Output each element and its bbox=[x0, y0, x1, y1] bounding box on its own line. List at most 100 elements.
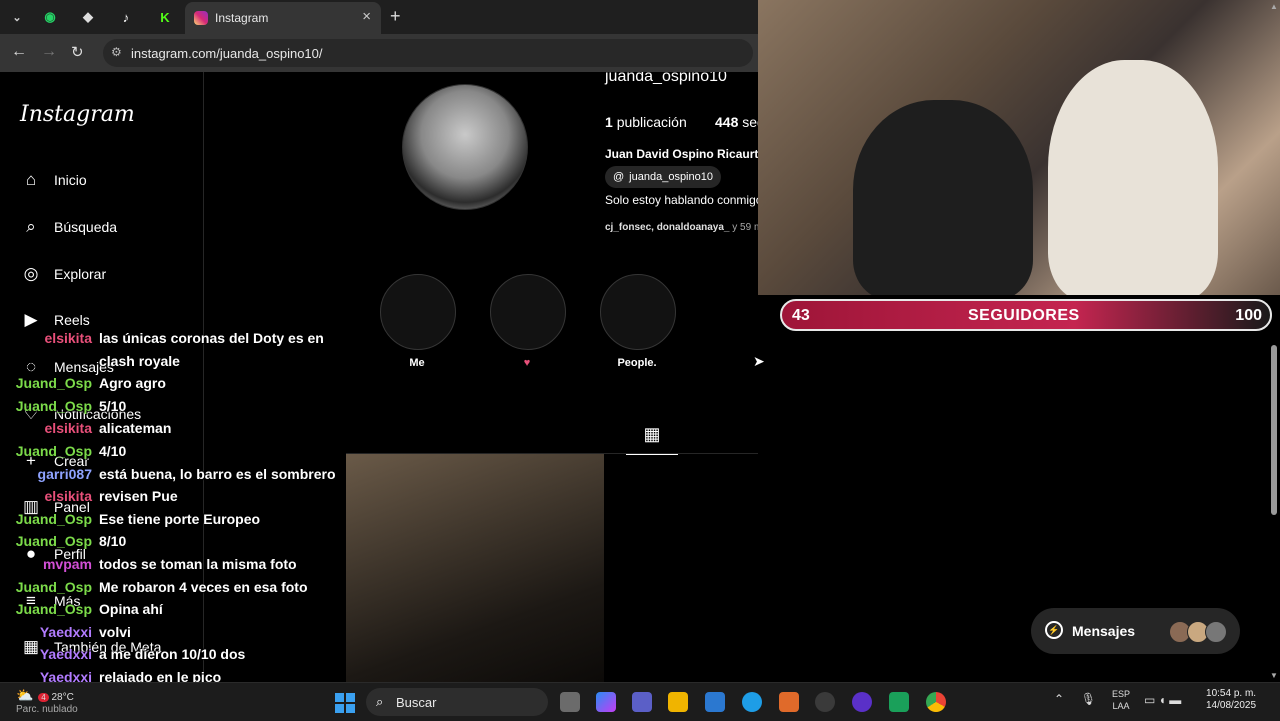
nav-mensajes[interactable]: ◌ Mensajes bbox=[20, 356, 114, 378]
profile-bio: Solo estoy hablando conmigo bbox=[605, 193, 758, 207]
chrome-icon[interactable] bbox=[926, 692, 946, 712]
weather-badge: 4 bbox=[38, 693, 49, 702]
highlight-people[interactable] bbox=[600, 274, 676, 350]
tab-search-chevron-icon[interactable]: ⌄ bbox=[6, 7, 28, 27]
grid-icon: ▦ bbox=[643, 424, 661, 444]
followers-label: seg bbox=[742, 114, 758, 130]
weather-widget[interactable]: ⛅ 4 28°C Parc. nublado bbox=[16, 687, 78, 715]
clock-time: 10:54 p. m. bbox=[1206, 688, 1257, 699]
app-icon[interactable] bbox=[852, 692, 872, 712]
menu-icon: ≡ bbox=[26, 591, 36, 610]
nav-label: Más bbox=[54, 593, 81, 609]
nav-label: También de Meta bbox=[54, 639, 162, 655]
scrollbar-thumb[interactable] bbox=[1271, 345, 1277, 515]
profile-main: juanda_ospino10 1 publicación 448 seg Ju… bbox=[204, 72, 758, 682]
messenger-icon: ◌ bbox=[25, 357, 37, 376]
tiktok-tab-icon[interactable]: ♪ bbox=[115, 7, 137, 27]
network-volume-battery-icons[interactable]: ▭ ◖ ▬ bbox=[1144, 693, 1181, 707]
instagram-page: Instagram ⌂ Inicio ⌕ Búsqueda ◎ Explorar ▶ R… bbox=[0, 72, 758, 682]
nav-explorar[interactable]: ◎ Explorar bbox=[20, 263, 107, 285]
posts-count: 1 publicación bbox=[605, 114, 687, 130]
search-icon: ⌕ bbox=[26, 217, 36, 236]
file-explorer-icon[interactable] bbox=[668, 692, 688, 712]
copilot-icon[interactable] bbox=[596, 692, 616, 712]
page-scrollbar[interactable]: ▲ ▼ bbox=[1268, 0, 1280, 682]
address-bar-row: ← → ↻ ⚙ instagram.com/juanda_ospino10/ bbox=[0, 34, 758, 72]
store-icon[interactable] bbox=[705, 692, 725, 712]
start-button[interactable] bbox=[335, 693, 355, 713]
nav-mas[interactable]: ≡ Más bbox=[20, 590, 80, 612]
edge-icon[interactable] bbox=[742, 692, 762, 712]
nav-notificaciones[interactable]: ♡ Notificaciones bbox=[20, 403, 141, 425]
clock[interactable]: 10:54 p. m. 14/08/2025 bbox=[1206, 688, 1256, 712]
kick-tab-icon[interactable]: K bbox=[154, 7, 176, 27]
messages-label: Mensajes bbox=[1072, 623, 1136, 639]
followers-number: 448 bbox=[715, 114, 739, 130]
chevron-up-icon[interactable]: ⌃ bbox=[1054, 692, 1064, 706]
plus-icon: + bbox=[26, 451, 36, 470]
lang-top: ESP bbox=[1112, 689, 1131, 699]
nav-label: Notificaciones bbox=[54, 406, 142, 422]
sidebar: Instagram ⌂ Inicio ⌕ Búsqueda ◎ Explorar ▶ R… bbox=[0, 72, 204, 682]
goal-current: 43 bbox=[792, 307, 810, 324]
forward-arrow-icon[interactable]: → bbox=[41, 43, 57, 61]
nav-label: Crear bbox=[54, 453, 90, 469]
messages-floating-button[interactable]: ⚡ Mensajes bbox=[1031, 608, 1240, 654]
weather-temp: 28°C bbox=[51, 692, 74, 703]
instagram-logo[interactable]: Instagram bbox=[20, 102, 135, 127]
post-thumbnail[interactable] bbox=[346, 454, 604, 682]
url-text: instagram.com/juanda_ospino10/ bbox=[131, 46, 323, 61]
pinned-tab-icon[interactable]: ◆ bbox=[77, 7, 99, 27]
threads-handle: juanda_ospino10 bbox=[629, 171, 713, 183]
instagram-favicon-icon bbox=[194, 11, 208, 25]
goal-target: 100 bbox=[1235, 307, 1262, 324]
microphone-icon[interactable]: 🎙 bbox=[1081, 692, 1096, 706]
close-tab-icon[interactable]: × bbox=[362, 8, 371, 25]
posts-label: publicación bbox=[616, 114, 687, 130]
threads-badge[interactable]: @ juanda_ospino10 bbox=[605, 166, 721, 188]
mouse-cursor-icon: ➤ bbox=[753, 353, 765, 369]
language-indicator[interactable]: ESP LAA bbox=[1112, 688, 1130, 712]
task-view-icon[interactable] bbox=[560, 692, 580, 712]
mutual-more: y 59 má bbox=[732, 222, 758, 233]
whatsapp-tab-icon[interactable]: ◉ bbox=[39, 7, 61, 27]
back-arrow-icon[interactable]: ← bbox=[11, 43, 27, 61]
nav-perfil[interactable]: ● Perfil bbox=[20, 543, 86, 565]
teams-icon[interactable] bbox=[632, 692, 652, 712]
app-icon[interactable] bbox=[889, 692, 909, 712]
nav-tambien-de-meta[interactable]: ▦ También de Meta bbox=[20, 636, 161, 658]
nav-reels[interactable]: ▶ Reels bbox=[20, 309, 89, 331]
tab-posts-grid[interactable]: ▦ bbox=[626, 424, 678, 455]
nav-busqueda[interactable]: ⌕ Búsqueda bbox=[20, 216, 117, 238]
new-tab-button[interactable]: + bbox=[390, 6, 401, 27]
nav-label: Inicio bbox=[54, 172, 87, 188]
search-placeholder: Buscar bbox=[396, 695, 437, 710]
tab-title: Instagram bbox=[215, 11, 269, 25]
app-icon[interactable] bbox=[779, 692, 799, 712]
webcam-feed bbox=[758, 0, 1280, 295]
browser-tab-bar: ⌄ ◉ ◆ ♪ K Instagram × + bbox=[0, 0, 758, 34]
scroll-up-icon[interactable]: ▲ bbox=[1270, 2, 1278, 11]
nav-inicio[interactable]: ⌂ Inicio bbox=[20, 169, 87, 191]
site-settings-icon[interactable]: ⚙ bbox=[111, 45, 122, 59]
meta-icon: ▦ bbox=[22, 637, 40, 656]
nav-panel[interactable]: ▥ Panel bbox=[20, 496, 90, 518]
highlight-label: Me bbox=[409, 357, 425, 369]
system-tray[interactable]: ⌃ 🎙 bbox=[1054, 692, 1096, 706]
weather-desc: Parc. nublado bbox=[16, 704, 78, 715]
obs-icon[interactable] bbox=[815, 692, 835, 712]
heart-icon: ♡ bbox=[23, 404, 39, 423]
reload-icon[interactable]: ↻ bbox=[71, 43, 84, 61]
highlight-heart[interactable] bbox=[490, 274, 566, 350]
mutual-followers[interactable]: cj_fonsec, donaldoanaya_ y 59 má bbox=[605, 222, 758, 233]
followers-count[interactable]: 448 seg bbox=[715, 114, 758, 130]
nav-label: Búsqueda bbox=[54, 219, 118, 235]
profile-avatar[interactable] bbox=[402, 84, 528, 210]
search-icon: ⌕ bbox=[376, 694, 384, 709]
highlight-me[interactable] bbox=[380, 274, 456, 350]
taskbar-search[interactable]: ⌕ Buscar bbox=[366, 688, 548, 716]
tab-instagram[interactable]: Instagram × bbox=[185, 2, 381, 34]
nav-crear[interactable]: + Crear bbox=[20, 450, 89, 472]
scroll-down-icon[interactable]: ▼ bbox=[1270, 671, 1278, 680]
url-bar[interactable]: ⚙ instagram.com/juanda_ospino10/ bbox=[103, 39, 753, 67]
